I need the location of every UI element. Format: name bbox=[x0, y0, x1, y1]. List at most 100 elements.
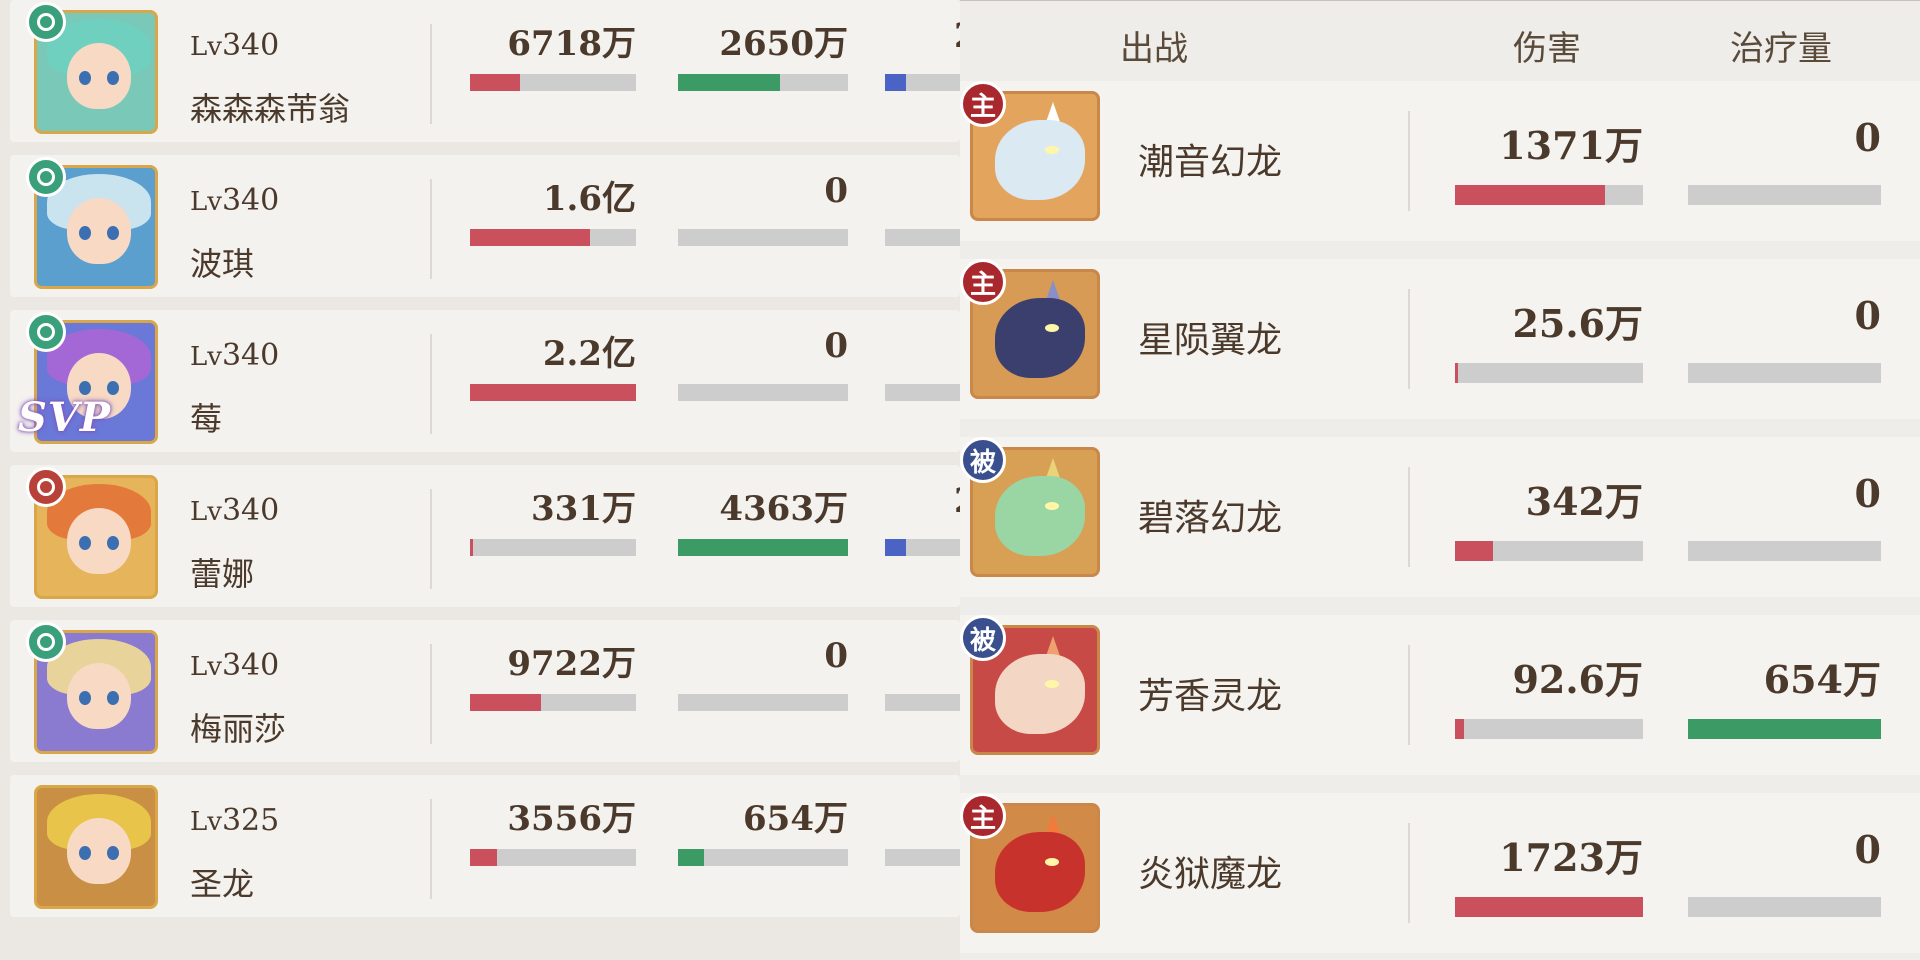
stat-bar bbox=[885, 849, 960, 866]
stat-bar bbox=[678, 694, 848, 711]
dragon-row[interactable]: 主 炎狱魔龙 1723万 0 bbox=[960, 793, 1920, 953]
stat-bar bbox=[885, 539, 960, 556]
stat-value: 3556万 bbox=[507, 799, 636, 839]
hero-row[interactable]: SVP Lv340 莓 2.2亿 0 bbox=[10, 310, 960, 452]
stat-bar bbox=[678, 74, 848, 91]
wind-element-icon bbox=[26, 622, 66, 662]
damage-value: 92.6万 bbox=[1512, 657, 1643, 702]
stat-damage: 3556万 bbox=[470, 775, 636, 866]
stat-bar-fill bbox=[885, 74, 906, 91]
hero-row[interactable]: Lv340 波琪 1.6亿 0 bbox=[10, 155, 960, 297]
hero-row[interactable]: Lv340 森森森芾翁 6718万 2650万 261 bbox=[10, 0, 960, 142]
dragon-name: 潮音幻龙 bbox=[1138, 142, 1283, 183]
stat-damage: 1723万 bbox=[1455, 793, 1643, 917]
hero-row[interactable]: Lv340 梅丽莎 9722万 0 bbox=[10, 620, 960, 762]
stat-damage: 25.6万 bbox=[1455, 259, 1643, 383]
dragon-row[interactable]: 主 潮音幻龙 1371万 0 bbox=[960, 81, 1920, 241]
stat-third: 279 bbox=[885, 465, 960, 556]
stat-value: 2.2亿 bbox=[542, 334, 636, 374]
damage-value: 25.6万 bbox=[1512, 301, 1643, 346]
heal-value: 0 bbox=[1854, 471, 1881, 516]
column-divider bbox=[430, 334, 432, 434]
column-header-sortie: 出战 bbox=[1120, 29, 1188, 69]
damage-bar bbox=[1455, 185, 1643, 205]
dragon-name: 碧落幻龙 bbox=[1138, 498, 1283, 539]
stat-damage: 1.6亿 bbox=[470, 155, 636, 246]
dragon-name: 星陨翼龙 bbox=[1138, 320, 1283, 361]
hero-level: Lv340 bbox=[190, 338, 280, 373]
role-badge-main: 主 bbox=[960, 81, 1006, 127]
stat-heal: 0 bbox=[678, 310, 848, 401]
hero-name: 蕾娜 bbox=[190, 555, 255, 593]
stat-bar bbox=[678, 229, 848, 246]
stat-bar bbox=[885, 74, 960, 91]
stat-bar bbox=[470, 694, 636, 711]
stat-damage: 92.6万 bbox=[1455, 615, 1643, 739]
heal-value: 0 bbox=[1854, 115, 1881, 160]
hero-name: 森森森芾翁 bbox=[190, 90, 351, 128]
stat-bar bbox=[470, 74, 636, 91]
damage-bar-fill bbox=[1455, 185, 1606, 205]
role-badge-main: 主 bbox=[960, 259, 1006, 305]
column-divider bbox=[1408, 289, 1410, 389]
damage-value: 342万 bbox=[1525, 479, 1643, 524]
stat-value: 6718万 bbox=[507, 24, 636, 64]
dragon-row[interactable]: 主 星陨翼龙 25.6万 0 bbox=[960, 259, 1920, 419]
stat-value: 9722万 bbox=[507, 644, 636, 684]
hero-level: Lv340 bbox=[190, 183, 280, 218]
column-divider bbox=[1408, 823, 1410, 923]
stat-value: 0 bbox=[824, 171, 848, 211]
hero-name: 梅丽莎 bbox=[190, 710, 287, 748]
hero-row[interactable]: Lv340 蕾娜 331万 4363万 279 bbox=[10, 465, 960, 607]
stat-bar-fill bbox=[470, 539, 474, 556]
svp-badge: SVP bbox=[18, 394, 111, 441]
dragon-row[interactable]: 被 碧落幻龙 342万 0 bbox=[960, 437, 1920, 597]
hero-name: 莓 bbox=[190, 400, 223, 438]
role-badge-main: 主 bbox=[960, 793, 1006, 839]
column-divider bbox=[430, 489, 432, 589]
hero-avatar[interactable] bbox=[34, 785, 158, 909]
hero-stats-panel: Lv340 森森森芾翁 6718万 2650万 261 Lv340 波琪 1.6… bbox=[0, 0, 960, 960]
damage-bar bbox=[1455, 541, 1643, 561]
dragon-row[interactable]: 被 芳香灵龙 92.6万 654万 bbox=[960, 615, 1920, 775]
stat-bar-fill bbox=[678, 539, 848, 556]
column-divider bbox=[430, 24, 432, 124]
stat-bar-fill bbox=[678, 849, 704, 866]
stat-bar-fill bbox=[470, 229, 590, 246]
heal-value: 654万 bbox=[1763, 657, 1881, 702]
heal-value: 0 bbox=[1854, 293, 1881, 338]
stat-bar bbox=[678, 849, 848, 866]
damage-bar bbox=[1455, 719, 1643, 739]
stat-bar bbox=[470, 849, 636, 866]
hero-name: 圣龙 bbox=[190, 865, 255, 903]
damage-bar bbox=[1455, 363, 1643, 383]
hero-name: 波琪 bbox=[190, 245, 255, 283]
stat-value: 0 bbox=[824, 326, 848, 366]
hero-level: Lv340 bbox=[190, 648, 280, 683]
stat-bar-fill bbox=[470, 694, 542, 711]
column-divider bbox=[430, 799, 432, 899]
dragon-name: 芳香灵龙 bbox=[1138, 676, 1283, 717]
damage-value: 1723万 bbox=[1499, 835, 1643, 880]
hero-row[interactable]: Lv325 圣龙 3556万 654万 bbox=[10, 775, 960, 917]
stat-third bbox=[885, 775, 960, 866]
stat-heal: 0 bbox=[1688, 793, 1881, 917]
column-header-heal: 治疗量 bbox=[1730, 29, 1832, 69]
damage-bar-fill bbox=[1455, 363, 1458, 383]
stat-value: 1.6亿 bbox=[542, 179, 636, 219]
stat-value: 4363万 bbox=[719, 489, 848, 529]
stat-damage: 342万 bbox=[1455, 437, 1643, 561]
stat-damage: 2.2亿 bbox=[470, 310, 636, 401]
heal-bar bbox=[1688, 897, 1881, 917]
stat-value: 2650万 bbox=[719, 24, 848, 64]
stat-bar-fill bbox=[678, 74, 780, 91]
column-header-damage: 伤害 bbox=[1513, 29, 1581, 69]
heal-value: 0 bbox=[1854, 827, 1881, 872]
heal-bar-fill bbox=[1688, 719, 1881, 739]
heal-bar bbox=[1688, 719, 1881, 739]
stat-heal: 654万 bbox=[1688, 615, 1881, 739]
stat-bar bbox=[885, 384, 960, 401]
heal-bar bbox=[1688, 363, 1881, 383]
column-divider bbox=[1408, 111, 1410, 211]
column-divider bbox=[430, 179, 432, 279]
